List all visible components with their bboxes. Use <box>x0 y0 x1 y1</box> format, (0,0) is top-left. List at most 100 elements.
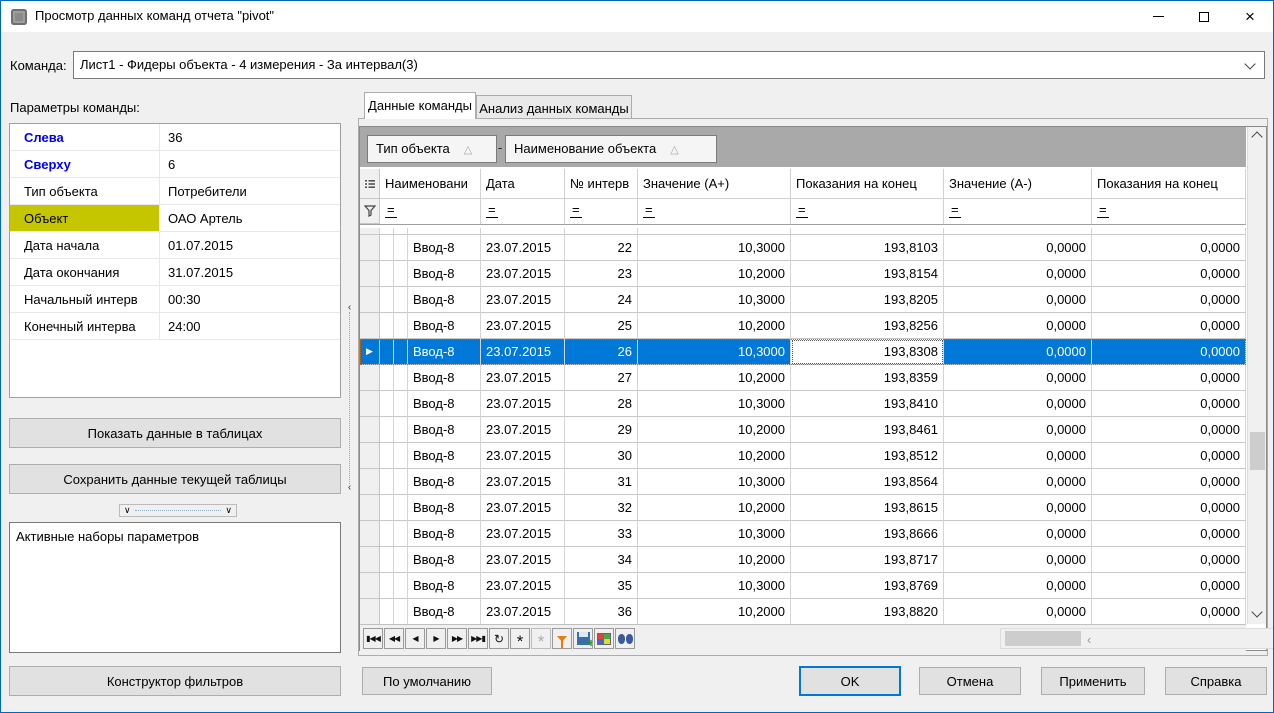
grid-cell-date[interactable]: 23.07.2015 <box>481 521 565 547</box>
grid-cell-date[interactable]: 23.07.2015 <box>481 417 565 443</box>
help-button[interactable]: Справка <box>1165 667 1267 695</box>
grid-cell-value_minus[interactable]: 0,0000 <box>944 443 1092 469</box>
grid-cell-interval[interactable]: 28 <box>565 391 638 417</box>
horizontal-scrollbar[interactable]: ‹ › <box>1000 628 1274 649</box>
grid-cell-date[interactable]: 23.07.2015 <box>481 339 565 365</box>
tab-command-analysis[interactable]: Анализ данных команды <box>476 95 632 119</box>
scroll-up-icon[interactable] <box>1251 131 1262 142</box>
grid-cell-name[interactable]: Ввод-8 <box>408 313 481 339</box>
grid-cell-reading_plus[interactable]: 193,8564 <box>791 469 944 495</box>
grid-cell-value_plus[interactable]: 10,2000 <box>638 599 791 625</box>
filter-cell-interval[interactable]: = <box>565 199 638 224</box>
grid-cell-interval[interactable]: 29 <box>565 417 638 443</box>
grid-cell-date[interactable]: 23.07.2015 <box>481 261 565 287</box>
nav-prev-button[interactable]: ◀ <box>405 628 425 649</box>
grid-cell-name[interactable]: Ввод-8 <box>408 599 481 625</box>
nav-customize-button[interactable] <box>594 628 614 649</box>
filter-cell-value_plus[interactable]: = <box>638 199 791 224</box>
grid-cell-reading_plus[interactable]: 193,8359 <box>791 365 944 391</box>
nav-first-button[interactable]: ▮◀◀ <box>363 628 383 649</box>
param-value[interactable]: ОАО Артель <box>160 205 340 231</box>
minimize-button[interactable] <box>1135 1 1181 32</box>
grid-cell-date[interactable]: 23.07.2015 <box>481 365 565 391</box>
param-value[interactable]: Потребители <box>160 178 340 204</box>
grid-cell-reading_minus[interactable]: 0,0000 <box>1092 443 1246 469</box>
grid-cell-name[interactable]: Ввод-8 <box>408 339 481 365</box>
grid-cell-name[interactable]: Ввод-8 <box>408 495 481 521</box>
grid-cell-value_plus[interactable]: 10,3000 <box>638 469 791 495</box>
grid-cell-value_plus[interactable]: 10,2000 <box>638 495 791 521</box>
grid-cell-reading_minus[interactable]: 0,0000 <box>1092 417 1246 443</box>
grid-cell-value_minus[interactable]: 0,0000 <box>944 547 1092 573</box>
grid-cell-reading_plus[interactable]: 193,8820 <box>791 599 944 625</box>
default-button[interactable]: По умолчанию <box>362 667 492 695</box>
grid-cell-name[interactable]: Ввод-8 <box>408 261 481 287</box>
param-value[interactable]: 31.07.2015 <box>160 259 340 285</box>
active-sets-listbox[interactable]: Активные наборы параметров <box>9 522 341 653</box>
grid-cell-reading_minus[interactable]: 0,0000 <box>1092 365 1246 391</box>
grid-cell-name[interactable]: Ввод-8 <box>408 287 481 313</box>
nav-search-button[interactable] <box>615 628 635 649</box>
column-header-value_minus[interactable]: Значение (A-) <box>944 169 1092 199</box>
table-row[interactable]: Ввод-823.07.20153110,3000193,85640,00000… <box>360 469 1246 495</box>
filter-operator[interactable]: = <box>949 203 961 218</box>
grid-cell-interval[interactable]: 34 <box>565 547 638 573</box>
grid-cell-interval[interactable]: 25 <box>565 313 638 339</box>
grid-cell-interval[interactable]: 26 <box>565 339 638 365</box>
cancel-button[interactable]: Отмена <box>919 667 1021 695</box>
grid-cell-value_plus[interactable]: 10,3000 <box>638 339 791 365</box>
filter-cell-value_minus[interactable]: = <box>944 199 1092 224</box>
grid-cell-value_plus[interactable]: 10,3000 <box>638 573 791 599</box>
nav-filter-button[interactable] <box>552 628 572 649</box>
grid-cell-value_minus[interactable]: 0,0000 <box>944 521 1092 547</box>
table-row[interactable]: Ввод-823.07.20152310,2000193,81540,00000… <box>360 261 1246 287</box>
table-row[interactable]: Ввод-823.07.20153410,2000193,87170,00000… <box>360 547 1246 573</box>
table-row[interactable]: Ввод-823.07.20153510,3000193,87690,00000… <box>360 573 1246 599</box>
grid-cell-value_minus[interactable]: 0,0000 <box>944 235 1092 261</box>
vertical-splitter[interactable]: ‹ ‹ <box>345 304 354 492</box>
grid-cell-value_minus[interactable]: 0,0000 <box>944 469 1092 495</box>
param-row[interactable]: Дата окончания31.07.2015 <box>10 259 340 286</box>
grid-cell-interval[interactable]: 32 <box>565 495 638 521</box>
table-row[interactable]: Ввод-823.07.20152910,2000193,84610,00000… <box>360 417 1246 443</box>
filter-operator[interactable]: = <box>486 203 498 218</box>
grid-cell-interval[interactable]: 27 <box>565 365 638 391</box>
grid-cell-date[interactable]: 23.07.2015 <box>481 287 565 313</box>
grid-cell-value_plus[interactable]: 10,2000 <box>638 443 791 469</box>
grid-cell-value_plus[interactable]: 10,2000 <box>638 261 791 287</box>
grid-cell-interval[interactable]: 31 <box>565 469 638 495</box>
grid-cell-name[interactable]: Ввод-8 <box>408 469 481 495</box>
grid-cell-date[interactable]: 23.07.2015 <box>481 547 565 573</box>
table-row[interactable]: Ввод-823.07.20152210,3000193,81030,00000… <box>360 235 1246 261</box>
group-field-object-name[interactable]: Наименование объекта△ <box>505 135 717 163</box>
table-row[interactable]: Ввод-823.07.20152510,2000193,82560,00000… <box>360 313 1246 339</box>
grid-cell-value_plus[interactable]: 10,3000 <box>638 391 791 417</box>
grid-cell-name[interactable]: Ввод-8 <box>408 391 481 417</box>
param-row[interactable]: Конечный интерва24:00 <box>10 313 340 340</box>
filter-cell-name[interactable]: = <box>380 199 481 224</box>
grid-cell-interval[interactable]: 35 <box>565 573 638 599</box>
table-row[interactable]: ▶Ввод-823.07.20152610,3000193,83080,0000… <box>360 339 1246 365</box>
grid-cell-value_minus[interactable]: 0,0000 <box>944 313 1092 339</box>
param-value[interactable]: 24:00 <box>160 313 340 339</box>
table-row[interactable]: Ввод-823.07.20153610,2000193,88200,00000… <box>360 599 1246 625</box>
grid-cell-value_plus[interactable]: 10,2000 <box>638 313 791 339</box>
param-value[interactable]: 36 <box>160 124 340 150</box>
apply-button[interactable]: Применить <box>1041 667 1145 695</box>
param-row[interactable]: Сверху6 <box>10 151 340 178</box>
table-row[interactable]: Ввод-823.07.20153210,2000193,86150,00000… <box>360 495 1246 521</box>
grid-cell-value_minus[interactable]: 0,0000 <box>944 391 1092 417</box>
grid-cell-date[interactable]: 23.07.2015 <box>481 495 565 521</box>
param-value[interactable]: 6 <box>160 151 340 177</box>
nav-refresh-button[interactable]: ↻ <box>489 628 509 649</box>
grid-cell-reading_plus[interactable]: 193,8103 <box>791 235 944 261</box>
grid-cell-reading_minus[interactable]: 0,0000 <box>1092 339 1246 365</box>
grid-cell-value_plus[interactable]: 10,2000 <box>638 365 791 391</box>
grid-cell-name[interactable]: Ввод-8 <box>408 521 481 547</box>
grid-cell-value_minus[interactable]: 0,0000 <box>944 573 1092 599</box>
grid-cell-name[interactable]: Ввод-8 <box>408 417 481 443</box>
filter-operator[interactable]: = <box>1097 203 1109 218</box>
grid-cell-interval[interactable]: 22 <box>565 235 638 261</box>
column-header-reading_plus[interactable]: Показания на конец <box>791 169 944 199</box>
table-row[interactable]: Ввод-823.07.20153010,2000193,85120,00000… <box>360 443 1246 469</box>
